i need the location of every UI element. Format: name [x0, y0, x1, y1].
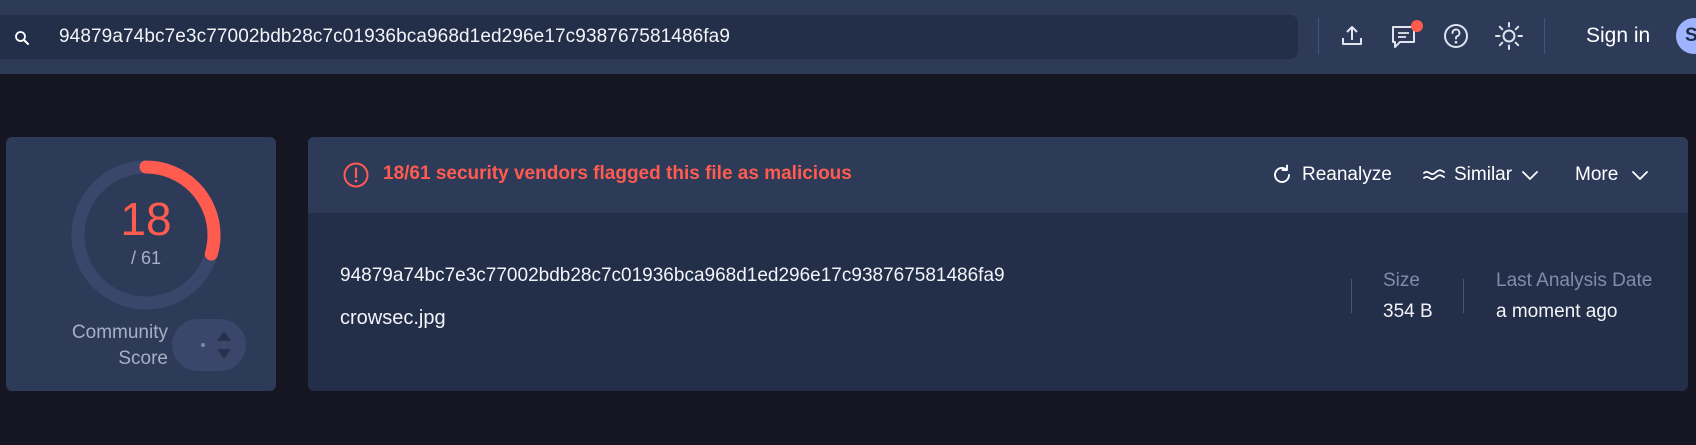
- detection-score-card: 18 / 61 Community Score: [6, 137, 276, 391]
- theme-sun-icon[interactable]: [1492, 19, 1526, 53]
- vote-count-dot: [201, 343, 205, 347]
- search-icon[interactable]: [13, 29, 31, 47]
- community-vote-widget: [172, 319, 246, 371]
- upload-icon[interactable]: [1335, 19, 1369, 53]
- search-bar[interactable]: 94879a74bc7e3c77002bdb28c7c01936bca968d1…: [0, 15, 1298, 59]
- community-label-line2: Score: [118, 348, 168, 369]
- divider: [1351, 279, 1352, 313]
- divider: [1463, 279, 1464, 313]
- similar-label: Similar: [1454, 164, 1513, 185]
- file-name: crowsec.jpg: [340, 307, 446, 329]
- last-analysis-date-label: Last Analysis Date: [1496, 270, 1653, 291]
- community-label-line1: Community: [71, 322, 168, 343]
- detection-alert-text: 18/61 security vendors flagged this file…: [383, 163, 852, 184]
- reanalyze-button[interactable]: Reanalyze: [1270, 161, 1392, 189]
- size-label: Size: [1383, 270, 1420, 291]
- vote-up-icon[interactable]: [217, 331, 231, 341]
- vote-down-icon[interactable]: [217, 349, 231, 359]
- chevron-down-icon: [1632, 171, 1649, 180]
- last-analysis-date-value: a moment ago: [1496, 301, 1618, 322]
- more-dropdown[interactable]: More: [1575, 161, 1652, 189]
- help-icon[interactable]: [1439, 19, 1473, 53]
- community-score-label: Community Score: [36, 320, 168, 372]
- reanalyze-label: Reanalyze: [1302, 164, 1392, 185]
- more-label: More: [1575, 164, 1619, 185]
- detection-score: 18: [120, 193, 172, 245]
- similar-dropdown[interactable]: Similar: [1422, 161, 1542, 189]
- top-navigation-bar: 94879a74bc7e3c77002bdb28c7c01936bca968d1…: [0, 0, 1696, 74]
- file-hash: 94879a74bc7e3c77002bdb28c7c01936bca968d1…: [340, 265, 1005, 286]
- divider: [1544, 18, 1545, 54]
- detection-alert-bar: 18/61 security vendors flagged this file…: [308, 137, 1688, 213]
- size-value: 354 B: [1383, 301, 1433, 322]
- search-input[interactable]: 94879a74bc7e3c77002bdb28c7c01936bca968d1…: [59, 26, 730, 48]
- chevron-down-icon: [1522, 171, 1538, 180]
- similar-wave-icon: [1423, 169, 1445, 181]
- sign-in-button[interactable]: Sign in: [1586, 24, 1650, 48]
- file-summary-card: 18/61 security vendors flagged this file…: [308, 137, 1688, 391]
- divider: [1318, 18, 1319, 54]
- notification-badge: [1411, 20, 1423, 32]
- refresh-icon: [1274, 164, 1290, 183]
- avatar[interactable]: S: [1676, 18, 1696, 54]
- alert-circle-icon: [343, 162, 369, 188]
- detection-total: / 61: [130, 248, 162, 268]
